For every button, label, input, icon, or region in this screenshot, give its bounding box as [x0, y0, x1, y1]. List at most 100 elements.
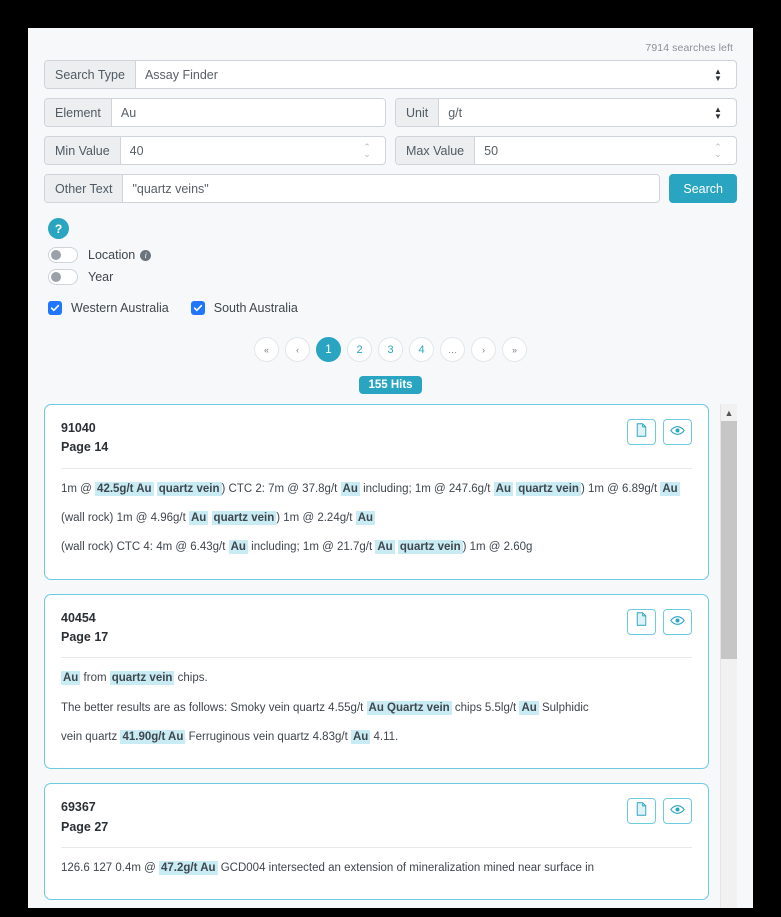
min-value-label: Min Value: [45, 137, 121, 164]
minmax-row: Min Value ⌃⌄ Max Value ⌃⌄: [44, 136, 737, 165]
help-icon[interactable]: ?: [48, 218, 69, 239]
document-icon: [635, 422, 648, 442]
unit-group: Unit g/t ▲ ▼: [395, 98, 737, 127]
checkbox-label: South Australia: [213, 301, 298, 315]
divider: [61, 657, 692, 659]
snippet-text: (wall rock) 1m @ 4.96g/t: [61, 512, 189, 525]
unit-label: Unit: [396, 99, 440, 126]
pagination: «‹ 1 2 3 4… ›»: [44, 337, 737, 362]
highlighted-term: 42.5g/t Au: [95, 481, 154, 496]
pagination-item-[interactable]: ›: [471, 337, 496, 362]
location-toggle[interactable]: [48, 247, 78, 263]
pagination-item-[interactable]: …: [440, 337, 465, 362]
pagination-item-2[interactable]: 2: [347, 337, 372, 362]
year-toggle[interactable]: [48, 269, 78, 285]
search-button[interactable]: Search: [669, 174, 737, 203]
results-scrollbar[interactable]: ▲: [720, 404, 737, 908]
result-identity: 40454 Page 17: [61, 609, 108, 648]
highlighted-term: Au: [355, 511, 376, 526]
toggle-year[interactable]: Year: [48, 269, 737, 285]
spinner-updown-icon[interactable]: ⌃ ⌄: [356, 137, 385, 164]
toggle-location[interactable]: Location i: [48, 247, 737, 263]
result-snippet: 126.6 127 0.4m @ 47.2g/t Au GCD004 inter…: [61, 854, 692, 883]
result-card: 40454 Page 17 Au from quartz vein chips. Th…: [44, 593, 709, 770]
result-page: Page 27: [61, 819, 109, 834]
checkbox-south-australia[interactable]: South Australia: [190, 301, 298, 315]
pagination-item-1[interactable]: 1: [316, 337, 341, 362]
results-panel: 91040 Page 14 1m @ 42.5g/t Au quartz vein)…: [44, 404, 737, 908]
snippet-text: ) CTC 2: 7m @ 37.8g/t: [221, 482, 341, 495]
highlighted-term: Au: [228, 540, 248, 555]
pagination-item-[interactable]: ‹: [285, 337, 310, 362]
unit-select[interactable]: g/t: [439, 99, 707, 126]
highlighted-term: Au: [493, 481, 514, 496]
other-text-input[interactable]: [123, 175, 660, 202]
document-icon: [635, 612, 648, 631]
element-label: Element: [45, 99, 112, 126]
result-page: Page 17: [61, 630, 109, 645]
searches-left-label: 7914 searches left: [645, 42, 733, 54]
snippet-text: chips 5.5lg/t: [451, 701, 520, 714]
other-text-row: Other Text Search: [44, 174, 737, 203]
scroll-up-icon[interactable]: ▲: [721, 404, 737, 421]
snippet-text: 1m @: [61, 482, 96, 495]
result-snippet: Au from quartz vein chips. The better res…: [61, 664, 692, 752]
result-card-header: 40454 Page 17: [61, 608, 692, 648]
result-snippet: 1m @ 42.5g/t Au quartz vein ) CTC 2: 7m @…: [61, 475, 692, 563]
view-document-button[interactable]: [627, 419, 656, 445]
result-page: Page 14: [61, 440, 109, 455]
snippet-text: (wall rock) CTC 4: 4m @ 6.43g/t: [61, 541, 229, 554]
divider: [61, 467, 692, 469]
checkmark-icon[interactable]: [190, 301, 205, 315]
spinner-updown-icon[interactable]: ⌃ ⌄: [707, 137, 736, 164]
snippet-text: GCD004 intersected an extension of miner…: [217, 862, 595, 875]
scrollbar-thumb[interactable]: [721, 421, 737, 659]
result-actions: [620, 419, 692, 445]
divider: [61, 847, 692, 849]
preview-button[interactable]: [663, 798, 692, 825]
info-icon[interactable]: i: [140, 249, 152, 261]
checkbox-western-australia[interactable]: Western Australia: [48, 301, 169, 315]
highlighted-term: 41.90g/t Au: [120, 730, 186, 745]
snippet-text: ) 1m @ 6.89g/t: [580, 482, 661, 495]
eye-icon: [670, 613, 685, 631]
highlighted-term: quartz vein: [397, 540, 463, 555]
snippet-text: 4.11.: [370, 731, 399, 744]
search-type-label: Search Type: [45, 61, 136, 88]
highlighted-term: 47.2g/t Au: [159, 861, 218, 876]
preview-button[interactable]: [663, 419, 692, 445]
element-input[interactable]: [111, 99, 385, 126]
result-identity: 69367 Page 27: [61, 798, 108, 837]
results-list: 91040 Page 14 1m @ 42.5g/t Au quartz vein)…: [44, 404, 715, 908]
pagination-item-[interactable]: »: [502, 337, 527, 362]
chevron-updown-icon[interactable]: ▲ ▼: [707, 61, 736, 88]
snippet-text: ) 1m @ 2.24g/t: [276, 512, 356, 525]
min-value-group: Min Value ⌃⌄: [44, 136, 386, 165]
view-document-button[interactable]: [627, 798, 656, 825]
view-document-button[interactable]: [627, 608, 656, 635]
search-type-group: Search Type Assay Finder ▲ ▼: [44, 60, 737, 89]
snippet-text: ) 1m @ 2.60g: [462, 541, 533, 554]
result-card: 91040 Page 14 1m @ 42.5g/t Au quartz vein)…: [44, 404, 709, 580]
snippet-paragraph: Au from quartz vein chips.: [61, 664, 692, 693]
pagination-item-4[interactable]: 4: [409, 337, 434, 362]
snippet-text: from: [80, 672, 110, 685]
pagination-item-[interactable]: «: [254, 337, 279, 362]
search-type-select[interactable]: Assay Finder: [135, 61, 707, 88]
highlighted-term: Au: [375, 540, 395, 555]
max-value-input[interactable]: [475, 137, 707, 164]
checkmark-icon[interactable]: [48, 301, 62, 315]
result-id: 91040: [61, 421, 96, 435]
highlighted-term: quartz vein: [516, 481, 581, 496]
pagination-item-3[interactable]: 3: [378, 337, 403, 362]
preview-button[interactable]: [663, 608, 692, 635]
min-value-input[interactable]: [120, 137, 356, 164]
snippet-text: Ferruginous vein quartz 4.83g/t: [185, 731, 351, 744]
document-icon: [635, 802, 648, 821]
snippet-text: 126.6 127 0.4m @: [61, 862, 159, 875]
result-card: 69367 Page 27 126.6 127 0.4m @ 47.2g/t Au …: [44, 783, 709, 901]
snippet-paragraph: 126.6 127 0.4m @ 47.2g/t Au GCD004 inter…: [61, 854, 692, 883]
highlighted-term: Au: [519, 700, 539, 715]
chevron-updown-icon[interactable]: ▲ ▼: [707, 99, 736, 126]
app-window: 7914 searches left Search Type Assay Fin…: [28, 28, 753, 908]
